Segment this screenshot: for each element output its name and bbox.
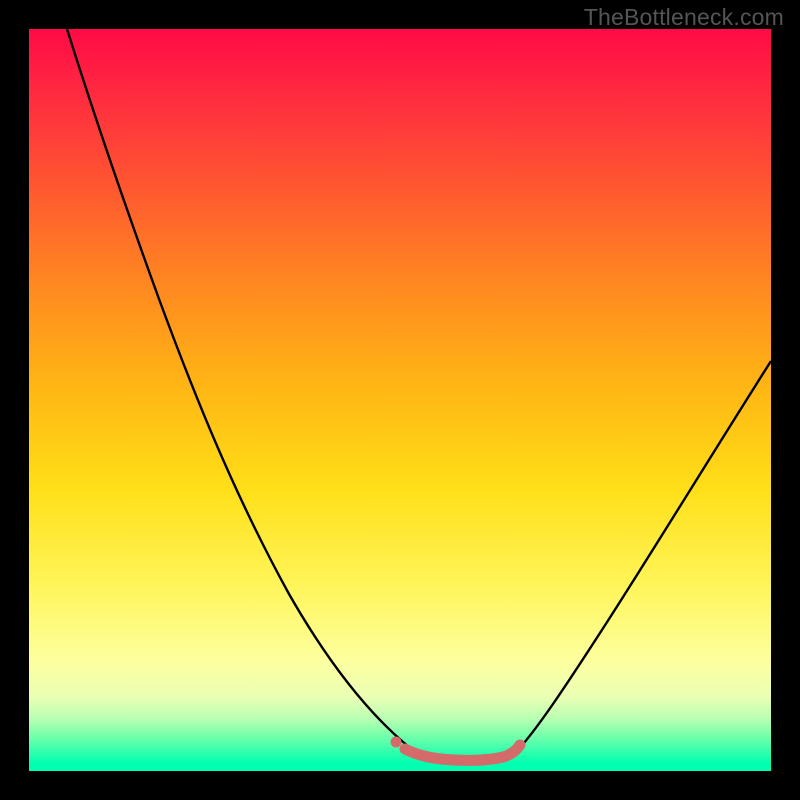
pink-overlay [405, 745, 520, 760]
right-curve [514, 361, 771, 754]
chart-frame: TheBottleneck.com [0, 0, 800, 800]
pink-dot-icon [391, 737, 402, 748]
plot-area [29, 29, 771, 771]
watermark-text: TheBottleneck.com [584, 4, 784, 31]
left-curve [67, 29, 424, 756]
curve-svg [29, 29, 771, 771]
